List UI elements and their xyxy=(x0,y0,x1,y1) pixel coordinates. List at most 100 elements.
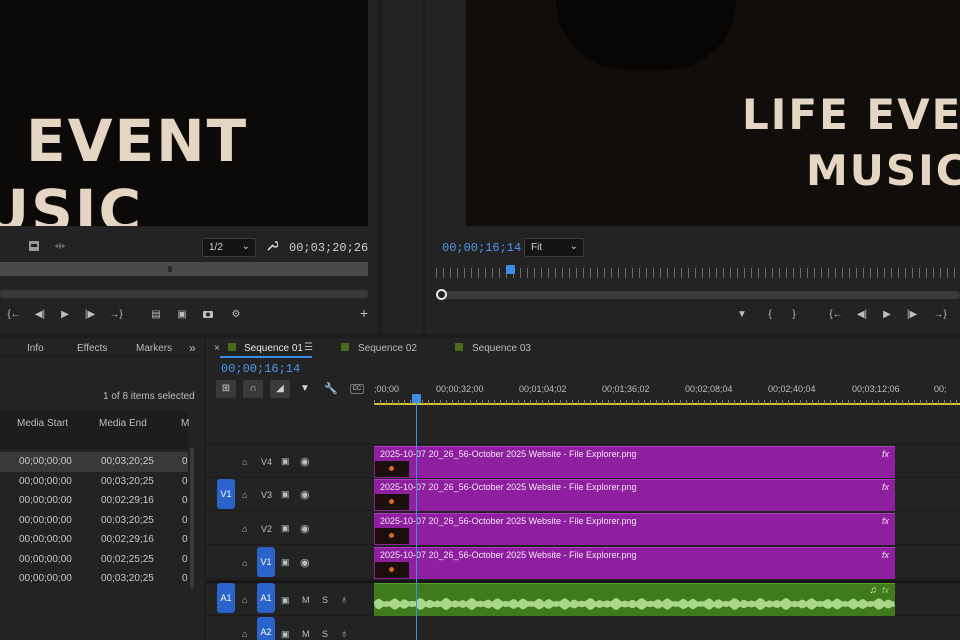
project-scrollbar[interactable] xyxy=(190,448,194,588)
track-target-v1[interactable]: V1 xyxy=(257,547,275,577)
hamburger-menu-icon[interactable]: ☰ xyxy=(304,342,313,353)
lock-icon[interactable]: ⌂ xyxy=(242,490,247,500)
go-to-in-icon[interactable]: {← xyxy=(6,308,22,322)
source-zoom-bar[interactable] xyxy=(0,290,368,298)
mark-out-icon[interactable]: } xyxy=(786,308,802,322)
source-time-ruler[interactable] xyxy=(0,262,368,276)
sync-lock-icon[interactable]: ▣ xyxy=(281,557,290,568)
video-clip[interactable]: 2025-10-07 20_26_56-October 2025 Website… xyxy=(374,479,895,511)
overwrite-clip-icon[interactable]: ▣ xyxy=(174,308,190,322)
source-title-line2: USIC xyxy=(0,177,144,226)
track-target-a1[interactable]: A1 xyxy=(257,583,275,613)
add-button-icon[interactable]: + xyxy=(356,306,372,320)
list-item[interactable]: 00;00;00;00 00;03;20;25 0 xyxy=(0,472,188,492)
source-timecode[interactable]: 00;03;20;26 xyxy=(289,241,368,255)
program-zoom-dropdown[interactable]: Fit ⌄ xyxy=(524,238,584,257)
video-clip[interactable]: 2025-10-07 20_26_56-October 2025 Website… xyxy=(374,446,895,478)
audio-waveform-icon[interactable] xyxy=(52,240,68,254)
sequence-color-swatch xyxy=(455,343,463,351)
insert-nest-icon[interactable]: ⊞ xyxy=(216,380,236,398)
tab-sequence-03[interactable]: Sequence 03 xyxy=(472,343,531,354)
list-item[interactable]: 00;00;00;00 00;03;20;25 0 xyxy=(0,511,188,531)
add-marker-icon[interactable]: ▼ xyxy=(734,308,750,322)
sequence-color-swatch xyxy=(228,343,236,351)
eye-icon[interactable]: ◉ xyxy=(300,455,310,468)
play-icon[interactable]: ▶ xyxy=(879,308,895,322)
program-timecode[interactable]: 00;00;16;14 xyxy=(442,241,521,255)
lock-icon[interactable]: ⌂ xyxy=(242,595,247,605)
tab-effects[interactable]: Effects xyxy=(77,343,107,354)
list-item[interactable]: 00;00;00;00 00;02;29;16 0 xyxy=(0,530,188,550)
program-zoom-bar[interactable] xyxy=(436,291,960,299)
sync-lock-icon[interactable]: ▣ xyxy=(281,629,290,640)
wrench-icon[interactable]: 🔧 xyxy=(324,382,338,395)
insert-icon[interactable]: ▤ xyxy=(148,308,164,322)
microphone-icon[interactable]: ♁ xyxy=(340,594,348,606)
step-forward-icon[interactable]: |▶ xyxy=(904,308,920,322)
timeline-playhead-line[interactable] xyxy=(416,402,417,640)
column-media-end[interactable]: Media End xyxy=(99,418,147,429)
step-forward-icon[interactable]: |▶ xyxy=(82,308,98,322)
cell-start: 00;00;00;00 xyxy=(19,553,72,565)
ruler-label: 00;03;12;06 xyxy=(852,384,900,394)
step-back-icon[interactable]: ◀| xyxy=(854,308,870,322)
program-zoom-handle[interactable] xyxy=(436,289,447,300)
source-zoom-dropdown[interactable]: 1/2 ⌄ xyxy=(202,238,256,257)
lock-icon[interactable]: ⌂ xyxy=(242,558,247,568)
tab-sequence-02[interactable]: Sequence 02 xyxy=(358,343,417,354)
tab-info[interactable]: Info xyxy=(27,343,44,354)
sync-lock-icon[interactable]: ▣ xyxy=(281,489,290,500)
linked-selection-icon[interactable]: ◢ xyxy=(270,380,290,398)
go-to-out-icon[interactable]: →} xyxy=(932,308,948,322)
wrench-icon[interactable] xyxy=(264,240,280,254)
lock-icon[interactable]: ⌂ xyxy=(242,629,247,639)
source-video-frame[interactable]: EVENT USIC xyxy=(0,0,368,226)
column-media-start[interactable]: Media Start xyxy=(17,418,68,429)
mute-button[interactable]: M xyxy=(302,629,310,639)
lock-icon[interactable]: ⌂ xyxy=(242,457,247,467)
eye-icon[interactable]: ◉ xyxy=(300,556,310,569)
step-back-icon[interactable]: ◀| xyxy=(32,308,48,322)
program-video-frame[interactable]: LIFE EVE MUSIC xyxy=(466,0,960,226)
captions-icon[interactable]: CC xyxy=(350,384,364,394)
solo-button[interactable]: S xyxy=(322,595,328,605)
audio-clip[interactable]: ♫ fx xyxy=(374,583,895,616)
overwrite-icon[interactable] xyxy=(26,240,42,254)
list-item[interactable]: 00;00;00;00 00;02;29;16 0 xyxy=(0,491,188,511)
play-icon[interactable]: ▶ xyxy=(57,308,73,322)
source-patch-v1[interactable]: V1 xyxy=(217,479,235,509)
go-to-in-icon[interactable]: {← xyxy=(828,308,844,322)
list-item[interactable]: 00;00;00;00 00;02;25;25 0 xyxy=(0,550,188,570)
track-name: V3 xyxy=(261,490,273,500)
video-clip[interactable]: 2025-10-07 20_26_56-October 2025 Website… xyxy=(374,547,895,579)
cell-end: 00;02;25;25 xyxy=(101,553,154,565)
panel-overflow-icon[interactable]: » xyxy=(189,341,196,355)
program-playhead[interactable] xyxy=(506,265,515,274)
lock-icon[interactable]: ⌂ xyxy=(242,524,247,534)
video-clip[interactable]: 2025-10-07 20_26_56-October 2025 Website… xyxy=(374,513,895,545)
eye-icon[interactable]: ◉ xyxy=(300,522,310,535)
settings-dashed-icon[interactable]: ⚙ xyxy=(228,308,244,322)
tab-markers[interactable]: Markers xyxy=(136,343,172,354)
tab-sequence-01[interactable]: Sequence 01 xyxy=(244,343,303,354)
list-item[interactable]: 00;00;00;00 00;03;20;25 0 xyxy=(0,452,188,472)
close-icon[interactable]: × xyxy=(214,343,220,354)
camera-icon[interactable] xyxy=(200,308,216,322)
eye-icon[interactable]: ◉ xyxy=(300,488,310,501)
sync-lock-icon[interactable]: ▣ xyxy=(281,523,290,534)
mark-in-icon[interactable]: { xyxy=(762,308,778,322)
source-playhead-marker[interactable] xyxy=(168,266,172,272)
solo-button[interactable]: S xyxy=(322,629,328,639)
go-to-out-icon[interactable]: →} xyxy=(108,308,124,322)
add-marker-icon[interactable]: ▼ xyxy=(300,383,310,394)
column-m[interactable]: M xyxy=(181,418,189,429)
microphone-icon[interactable]: ♁ xyxy=(340,628,348,640)
sync-lock-icon[interactable]: ▣ xyxy=(281,456,290,467)
mute-button[interactable]: M xyxy=(302,595,310,605)
sync-lock-icon[interactable]: ▣ xyxy=(281,595,290,606)
track-target-a2[interactable]: A2 xyxy=(257,617,275,640)
list-item[interactable]: 00;00;00;00 00;03;20;25 0 xyxy=(0,569,188,589)
snap-magnet-icon[interactable]: ∩ xyxy=(243,380,263,398)
timeline-timecode[interactable]: 00;00;16;14 xyxy=(221,362,300,376)
source-patch-a1[interactable]: A1 xyxy=(217,583,235,613)
